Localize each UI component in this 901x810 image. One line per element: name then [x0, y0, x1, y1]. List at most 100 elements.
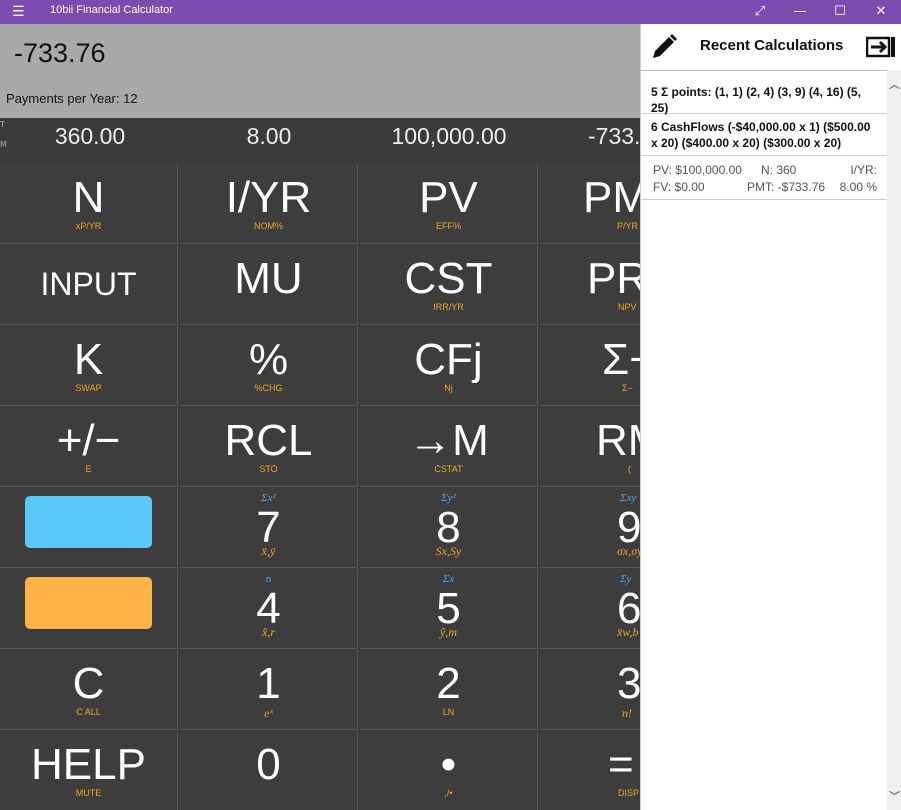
key-secondary: CSTAT — [434, 464, 463, 474]
key-rcl[interactable]: RCL STO — [180, 407, 358, 487]
key-prc[interactable]: PRCNPV — [540, 245, 640, 325]
key-label: HELP — [31, 740, 146, 789]
key-secondary: ,/• — [444, 788, 453, 798]
tvm-iyr-label: I/YR: — [850, 163, 877, 177]
key-label: N — [72, 173, 105, 222]
key-0[interactable]: 0 — [180, 731, 358, 810]
display-value: -733.76 — [14, 38, 106, 68]
key-9[interactable]: Σxy 9 σx,σy — [540, 488, 640, 568]
panel-header: Recent Calculations — [641, 24, 901, 71]
tvm-pv: PV: $100,000.00 — [653, 163, 742, 177]
key-secondary: E — [85, 464, 92, 474]
register-iyr: 8.00 — [246, 123, 292, 149]
tvm-pmt: PMT: -$733.76 — [747, 180, 826, 194]
key-plus-minus[interactable]: +/− E — [0, 407, 178, 487]
key-rm[interactable]: RM( — [540, 407, 640, 487]
key-label: RM — [596, 416, 640, 465]
key-label: 0 — [256, 740, 281, 789]
close-panel-icon[interactable] — [866, 36, 896, 58]
panel-scrollbar[interactable]: ︿ ﹀ — [887, 70, 901, 810]
key-n[interactable]: NxP/YR — [0, 164, 178, 244]
recent-entry-tvm[interactable]: PV: $100,000.00 N: 360 I/YR: FV: $0.00 P… — [641, 156, 887, 200]
key-secondary: %CHG — [254, 383, 283, 393]
register-strip: T M 360.00 8.00 100,000.00 -733.76 — [0, 118, 640, 164]
recent-entry-cashflows[interactable]: 6 CashFlows (-$40,000.00 x 1) ($500.00 x… — [641, 114, 887, 156]
panel-title: Recent Calculations — [700, 37, 844, 54]
key-label: CST — [404, 254, 493, 303]
key-k[interactable]: K SWAP — [0, 326, 178, 406]
key-secondary: ( — [628, 464, 631, 474]
key-label: 1 — [256, 659, 281, 708]
key-label: % — [248, 335, 289, 384]
key-label: RCL — [224, 416, 313, 465]
key-8[interactable]: Σy² 8 Sx,Sy — [360, 488, 538, 568]
key-secondary: n! — [622, 706, 632, 720]
minimize-button[interactable]: — — [785, 2, 815, 22]
key-7[interactable]: Σx² 7 x̄,ȳ — [180, 488, 358, 568]
tvm-fv: FV: $0.00 — [653, 180, 705, 194]
key-to-m[interactable]: →M CSTAT — [360, 407, 538, 487]
tvm-iyr-value: 8.00 % — [839, 180, 877, 194]
key-decimal[interactable]: • ,/• — [360, 731, 538, 810]
key-6[interactable]: Σy 6 x̄w,b — [540, 569, 640, 649]
key-label: = — [608, 740, 634, 789]
key-label: CFj — [414, 335, 483, 384]
key-2[interactable]: 2 LN — [360, 650, 538, 730]
key-label: K — [73, 335, 104, 384]
key-pv[interactable]: PV EFF% — [360, 164, 538, 244]
payments-per-year: Payments per Year: 12 — [6, 91, 138, 106]
key-secondary: NPV — [618, 302, 637, 312]
key-secondary: Σ− — [622, 383, 633, 393]
key-secondary: SWAP — [75, 383, 102, 393]
key-secondary: MUTE — [75, 788, 102, 798]
key-sigma-plus[interactable]: Σ+Σ− — [540, 326, 640, 406]
key-secondary: EFF% — [435, 221, 461, 231]
window-title: 10bii Financial Calculator — [50, 4, 173, 16]
close-button[interactable]: ✕ — [866, 2, 896, 22]
maximize-button[interactable]: ☐ — [825, 2, 855, 22]
key-5[interactable]: Σx 5 ŷ,m — [360, 569, 538, 649]
key-input[interactable]: INPUT — [0, 245, 178, 325]
key-help[interactable]: HELP MUTE — [0, 731, 178, 810]
key-secondary: ŷ,m — [440, 625, 457, 639]
register-n: 360.00 — [54, 123, 126, 149]
key-secondary: STO — [259, 464, 278, 474]
key-label: PMT — [583, 173, 640, 222]
hamburger-menu-icon[interactable]: ☰ — [12, 3, 30, 21]
key-pmt[interactable]: PMTP/YR — [540, 164, 640, 244]
key-label: • — [440, 740, 457, 789]
payments-per-year-value: 12 — [123, 91, 138, 106]
key-equals[interactable]: = DISP — [540, 731, 640, 810]
key-cfj[interactable]: CFj Nj — [360, 326, 538, 406]
pencil-icon[interactable] — [649, 32, 679, 62]
key-c[interactable]: CC ALL — [0, 650, 178, 730]
key-shift-orange[interactable] — [0, 569, 178, 649]
title-bar: ☰ 10bii Financial Calculator ⤢ — ☐ ✕ — [0, 0, 901, 24]
key-secondary: eˣ — [264, 706, 273, 720]
key-secondary: σx,σy — [617, 544, 640, 558]
key-label: 3 — [617, 659, 640, 708]
scroll-up-icon[interactable]: ︿ — [889, 76, 900, 92]
key-cst[interactable]: CST IRR/YR — [360, 245, 538, 325]
key-percent[interactable]: % %CHG — [180, 326, 358, 406]
scroll-down-icon[interactable]: ﹀ — [889, 788, 900, 804]
key-secondary: Nj — [444, 383, 453, 393]
key-1[interactable]: 1 eˣ — [180, 650, 358, 730]
key-3[interactable]: 3 n! — [540, 650, 640, 730]
fullscreen-icon[interactable]: ⤢ — [745, 2, 775, 22]
key-label: →M — [408, 416, 489, 465]
key-secondary: IRR/YR — [433, 302, 464, 312]
recent-entry-stats[interactable]: 5 Σ points: (1, 1) (2, 4) (3, 9) (4, 16)… — [641, 78, 887, 115]
register-pv: 100,000.00 — [391, 123, 507, 149]
keypad: NxP/YR I/YRNOM% PVEFF% PMTP/YR INPUT MU … — [0, 164, 640, 810]
shift-blue-swatch — [25, 496, 152, 548]
payments-per-year-label: Payments per Year: — [6, 91, 120, 106]
key-secondary: C ALL — [76, 707, 101, 717]
key-4[interactable]: n 4 x̂,r — [180, 569, 358, 649]
calculator-display: -733.76 Payments per Year: 12 — [0, 24, 640, 118]
key-mu[interactable]: MU — [180, 245, 358, 325]
key-shift-blue[interactable] — [0, 488, 178, 568]
key-label: PRC — [587, 254, 640, 303]
key-secondary: xP/YR — [75, 221, 102, 231]
key-iyr[interactable]: I/YR NOM% — [180, 164, 358, 244]
